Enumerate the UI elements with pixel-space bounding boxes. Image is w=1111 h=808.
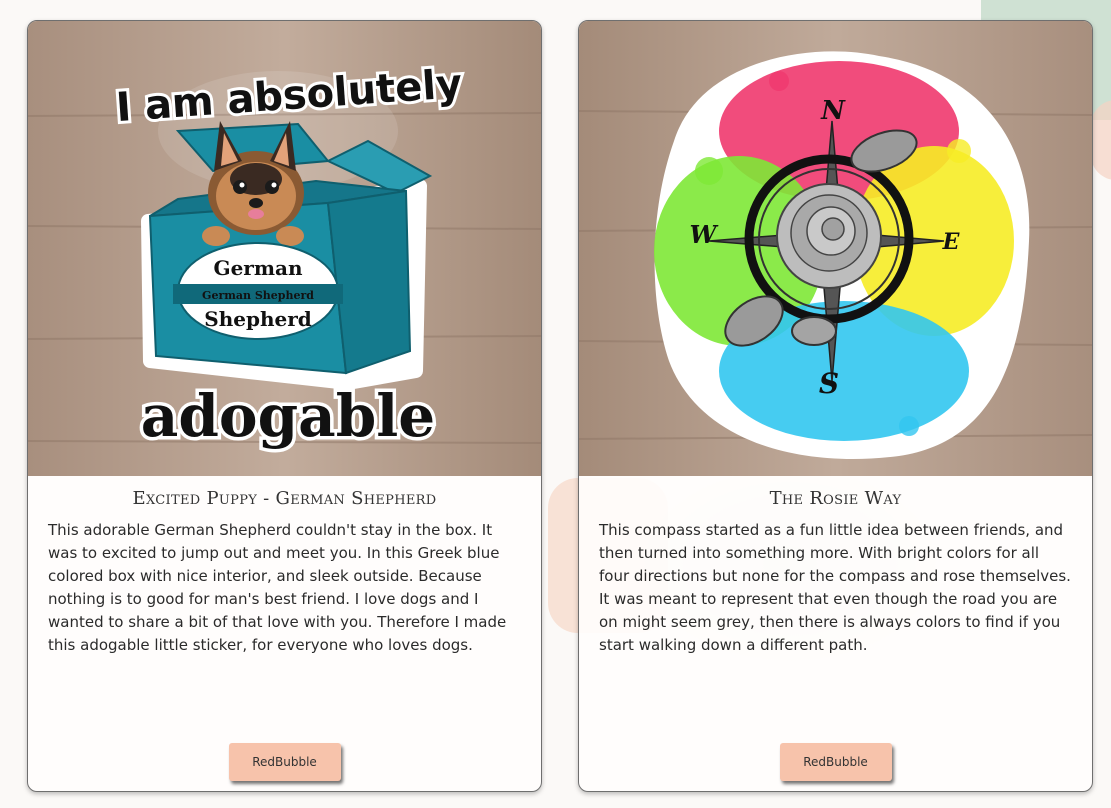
compass-letter-west: W — [690, 220, 719, 249]
compass-letter-north: N — [820, 96, 846, 126]
product-image-german-shepherd-sticker[interactable]: German German Shepherd Shepherd I am abs… — [28, 21, 541, 476]
product-image-compass-rose-sticker[interactable]: N E S W — [579, 21, 1092, 476]
decorative-peach-shape — [1091, 100, 1111, 180]
compass-letter-east: E — [942, 229, 961, 255]
card-description: This compass started as a fun little ide… — [599, 521, 1071, 654]
compass-letter-south: S — [819, 367, 839, 400]
sticker-label-banner: German Shepherd — [202, 289, 314, 302]
card-description: This adorable German Shepherd couldn't s… — [48, 521, 507, 654]
redbubble-button[interactable]: RedBubble — [228, 743, 341, 781]
product-card-rosie-way: N E S W The Rosie Way This compass start… — [578, 20, 1093, 792]
sticker-label-shepherd: Shepherd — [204, 307, 311, 331]
sticker-label-german: German — [213, 256, 302, 280]
sticker-text-bottom: adogable — [141, 382, 435, 450]
card-title: The Rosie Way — [769, 488, 902, 509]
card-title: Excited Puppy - German Shepherd — [132, 488, 437, 509]
redbubble-button[interactable]: RedBubble — [779, 743, 892, 781]
product-card-excited-puppy: German German Shepherd Shepherd I am abs… — [27, 20, 542, 792]
